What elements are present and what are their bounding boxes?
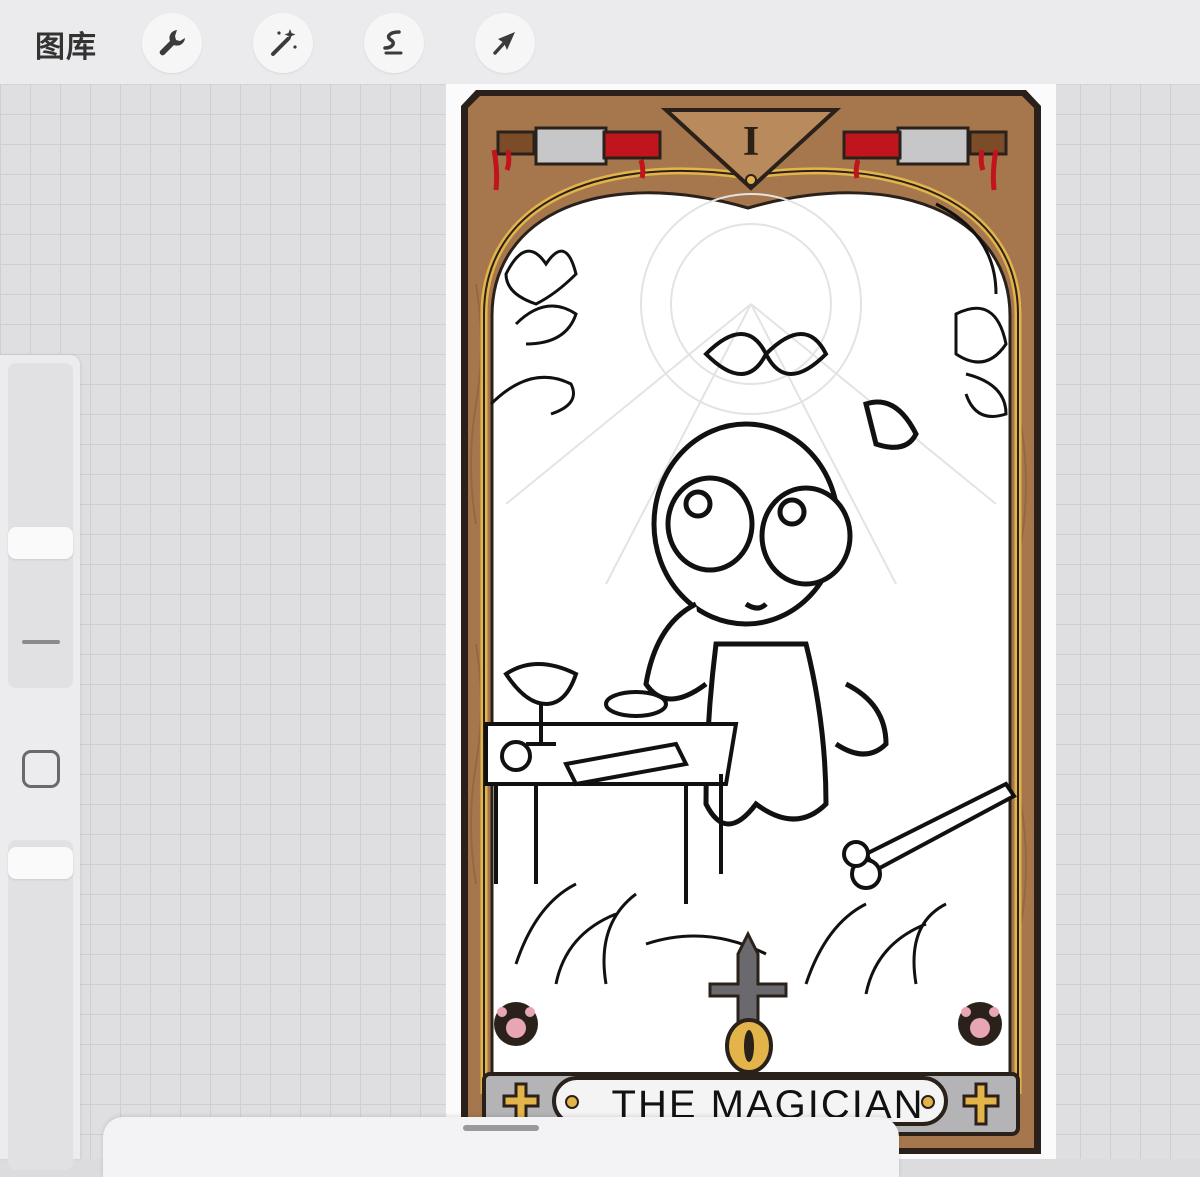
adjustments-button[interactable] (253, 13, 313, 73)
tarot-card-artwork (461, 90, 1041, 1154)
selection-button[interactable] (364, 13, 424, 73)
brush-size-thumb[interactable] (8, 527, 73, 559)
square-icon[interactable] (22, 750, 60, 788)
modify-button[interactable] (22, 640, 60, 644)
eye-emblem-icon (725, 1018, 773, 1074)
magic-wand-icon (271, 29, 297, 56)
left-sidebar (0, 355, 80, 1170)
selection-icon (383, 30, 403, 55)
card-numeral: I (742, 119, 760, 165)
gallery-button[interactable]: 图库 (35, 22, 97, 66)
document-canvas[interactable] (446, 84, 1056, 1159)
arrow-icon (493, 32, 515, 55)
opacity-thumb[interactable] (8, 847, 73, 879)
actions-button[interactable] (142, 13, 202, 73)
top-toolbar: 图库 (0, 0, 1200, 85)
bottom-sheet[interactable] (103, 1117, 899, 1177)
paw-right-icon (958, 1002, 1002, 1046)
sheet-grabber[interactable] (463, 1125, 539, 1131)
wrench-icon (159, 30, 185, 56)
transform-button[interactable] (475, 13, 535, 73)
opacity-slider[interactable] (8, 840, 73, 1170)
paw-left-icon (494, 1002, 538, 1046)
